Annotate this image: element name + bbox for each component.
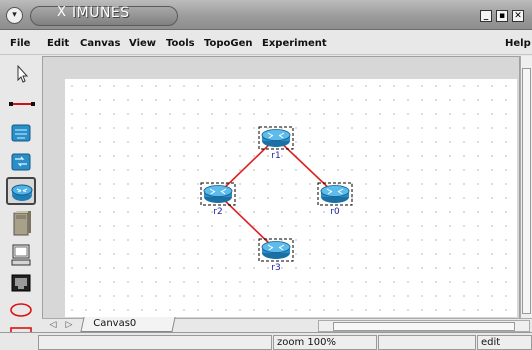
tab-canvas0[interactable]: Canvas0 xyxy=(80,317,176,332)
status-empty xyxy=(378,335,476,350)
x-logo-icon: X xyxy=(57,5,66,20)
status-message xyxy=(38,335,272,350)
link-r2-r3[interactable] xyxy=(217,193,277,251)
link-r1-r2[interactable] xyxy=(217,137,277,195)
horizontal-scrollbar[interactable] xyxy=(318,320,530,332)
vertical-scroll-thumb[interactable] xyxy=(522,68,531,314)
router-label: r2 xyxy=(213,207,222,217)
tool-palette xyxy=(0,56,38,350)
router-icon xyxy=(11,184,33,201)
select-arrow-icon xyxy=(17,64,29,83)
pc-tool-button[interactable] xyxy=(6,240,36,268)
horizontal-scroll-thumb[interactable] xyxy=(333,322,515,331)
menu-file[interactable]: File xyxy=(10,38,30,49)
menu-canvas[interactable]: Canvas xyxy=(80,38,120,49)
edit-mode: edit mode xyxy=(477,335,532,350)
menu-tools[interactable]: Tools xyxy=(166,38,195,49)
host-tool-button[interactable] xyxy=(6,208,36,236)
title-bar: ▾ X IMUNES _ ▪ ✕ xyxy=(0,0,532,30)
router-node-r2[interactable]: r2 xyxy=(200,182,236,217)
physical-interface-tool-button[interactable] xyxy=(6,269,36,297)
link-icon xyxy=(9,102,35,106)
topology-graph[interactable]: r1 r2 r0 r3 xyxy=(43,57,521,321)
select-tool-button[interactable] xyxy=(6,60,36,88)
link-r1-r0[interactable] xyxy=(275,137,336,195)
router-node-r1[interactable]: r1 xyxy=(258,126,294,161)
host-icon xyxy=(13,211,31,236)
switch-tool-button[interactable] xyxy=(6,147,36,175)
tab-label: Canvas0 xyxy=(93,318,137,329)
router-icon xyxy=(11,124,31,142)
menu-edit[interactable]: Edit xyxy=(47,38,69,49)
canvas-viewport[interactable]: r1 r2 r0 r3 xyxy=(42,56,520,320)
zoom-level: zoom 100% xyxy=(273,335,377,350)
tab-scroll-right-button[interactable]: ▷ xyxy=(62,320,76,332)
router-tool-button[interactable] xyxy=(6,118,36,146)
maximize-button[interactable]: ▪ xyxy=(496,10,508,22)
menu-topogen[interactable]: TopoGen xyxy=(204,38,253,49)
router-label: r3 xyxy=(271,263,280,273)
window-menu-button[interactable]: ▾ xyxy=(6,7,23,24)
switch-icon xyxy=(11,153,31,171)
router-label: r0 xyxy=(330,207,340,217)
router-node-r0[interactable]: r0 xyxy=(317,182,353,217)
link-tool-button[interactable] xyxy=(6,90,36,118)
pc-icon xyxy=(11,244,31,266)
tab-scroll-left-button[interactable]: ◁ xyxy=(46,320,60,332)
minimize-button[interactable]: _ xyxy=(480,10,492,22)
router-node-r3[interactable]: r3 xyxy=(258,238,294,273)
menu-experiment[interactable]: Experiment xyxy=(262,38,327,49)
menu-bar: File Edit Canvas View Tools TopoGen Expe… xyxy=(0,31,532,55)
window-title: IMUNES xyxy=(72,5,130,21)
router-label: r1 xyxy=(271,151,280,161)
canvas-tab-row: ◁ ▷ Canvas0 xyxy=(42,317,532,332)
close-button[interactable]: ✕ xyxy=(512,10,524,22)
imunes-window: ▾ X IMUNES _ ▪ ✕ File Edit Canvas View T… xyxy=(0,0,532,350)
menu-view[interactable]: View xyxy=(129,38,156,49)
menu-help[interactable]: Help xyxy=(505,38,531,49)
vertical-scrollbar[interactable] xyxy=(520,56,532,320)
oval-icon xyxy=(10,303,32,317)
status-bar: zoom 100% edit mode xyxy=(0,332,532,350)
physical-interface-icon xyxy=(11,274,31,292)
router-tool-active-button[interactable] xyxy=(6,177,36,205)
